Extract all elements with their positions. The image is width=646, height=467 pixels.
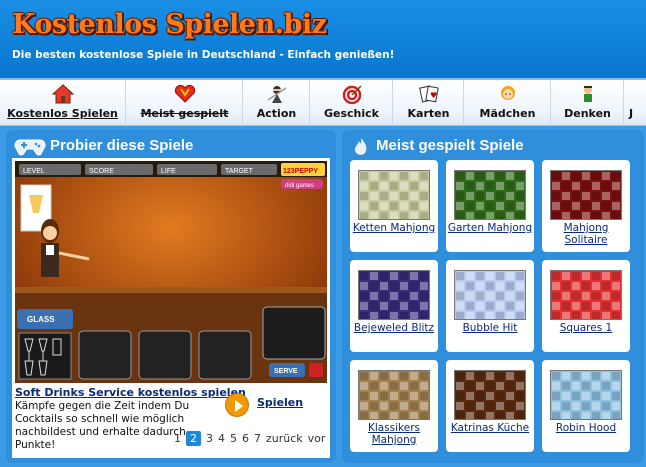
hud-site-label: didi games: [285, 183, 314, 189]
page-link[interactable]: 1: [174, 432, 181, 445]
thinker-icon: [583, 86, 592, 102]
nav-item-maedchen[interactable]: Mädchen: [465, 80, 551, 126]
play-link[interactable]: Spielen: [257, 396, 303, 409]
game-thumbnail[interactable]: [550, 270, 622, 320]
site-logo[interactable]: Kostenlos Spielen.biz: [12, 9, 327, 40]
game-tile-link[interactable]: Garten Mahjong: [446, 222, 534, 234]
hud-serve-label: SERVE: [274, 368, 298, 375]
game-thumbnail[interactable]: [454, 370, 526, 420]
nav-label: Action: [256, 107, 297, 120]
hud-score-label: SCORE: [89, 168, 114, 175]
page-link[interactable]: 7: [254, 432, 261, 445]
nav-item-kostenlos-spielen[interactable]: Kostenlos Spielen: [0, 80, 126, 126]
game-title-link[interactable]: Soft Drinks Service kostenlos spielen: [15, 386, 246, 399]
game-tile-link[interactable]: Bubble Hit: [446, 322, 534, 334]
game-tile[interactable]: Robin Hood: [542, 360, 630, 452]
nav-label: Kostenlos Spielen: [7, 107, 118, 120]
nav-item-action[interactable]: Action: [244, 80, 310, 126]
play-icon[interactable]: [225, 393, 249, 417]
page-link-current[interactable]: 2: [186, 431, 201, 446]
game-tile[interactable]: Bubble Hit: [446, 260, 534, 352]
game-tile-link[interactable]: Robin Hood: [542, 422, 630, 434]
gamepad-icon: [14, 139, 46, 156]
game-thumbnail[interactable]: [358, 170, 430, 220]
page-link[interactable]: 3: [206, 432, 213, 445]
site-header: Kostenlos Spielen.biz Die besten kostenl…: [0, 0, 646, 78]
nav-item-more[interactable]: J: [625, 80, 646, 126]
nav-item-meist-gespielt[interactable]: Meist gespielt: [127, 80, 243, 126]
featured-games-panel: Probier diese Spiele LEVEL SCORE LIFE TA…: [6, 130, 336, 463]
svg-text:♥: ♥: [430, 91, 437, 100]
hud-level-label: LEVEL: [23, 168, 45, 175]
pager-forward-link[interactable]: vor: [308, 432, 326, 445]
page-link[interactable]: 6: [242, 432, 249, 445]
game-tile-link[interactable]: Bejeweled Blitz: [350, 322, 438, 334]
most-played-panel: Meist gespielt Spiele Ketten Mahjong Gart…: [342, 130, 644, 463]
nav-label: Denken: [564, 107, 611, 120]
nav-item-denken[interactable]: Denken: [552, 80, 624, 126]
hud-life-label: LIFE: [161, 168, 176, 175]
game-tile[interactable]: Klassikers Mahjong: [350, 360, 438, 452]
game-tile-link[interactable]: Squares 1: [542, 322, 630, 334]
game-thumbnail[interactable]: [358, 370, 430, 420]
nav-label: Karten: [407, 107, 450, 120]
nav-label: J: [629, 107, 634, 120]
pagination: 1 2 3 4 5 6 7 zurück vor: [174, 431, 330, 446]
game-preview[interactable]: LEVEL SCORE LIFE TARGET 123PEPPY didi ga…: [15, 161, 327, 383]
ninja-icon: [267, 86, 286, 103]
hud-brand-label: 123PEPPY: [283, 168, 318, 175]
game-tile-link[interactable]: Ketten Mahjong: [350, 222, 438, 234]
nav-label: Mädchen: [479, 107, 536, 120]
game-thumbnail[interactable]: [454, 270, 526, 320]
flame-icon: [354, 138, 367, 155]
site-tagline: Die besten kostenlose Spiele in Deutschl…: [12, 49, 395, 61]
game-tile[interactable]: Katrinas Küche: [446, 360, 534, 452]
nav-item-karten[interactable]: ♥ Karten: [394, 80, 464, 126]
game-tile[interactable]: Squares 1: [542, 260, 630, 352]
game-tile[interactable]: Mahjong Solitaire: [542, 160, 630, 252]
hud-glass-label: GLASS: [27, 315, 55, 324]
nav-item-geschick[interactable]: Geschick: [311, 80, 393, 126]
pager-back-link[interactable]: zurück: [266, 432, 303, 445]
panel-title-text: Probier diese Spiele: [50, 137, 194, 154]
game-thumbnail[interactable]: [358, 270, 430, 320]
cards-icon: ♥: [418, 85, 439, 103]
target-icon: [342, 85, 362, 104]
house-icon: [51, 84, 74, 104]
game-screenshot: LEVEL SCORE LIFE TARGET 123PEPPY didi ga…: [15, 161, 327, 383]
game-thumbnail[interactable]: [550, 370, 622, 420]
heart-icon: [174, 84, 195, 103]
page-link[interactable]: 4: [218, 432, 225, 445]
game-tile[interactable]: Garten Mahjong: [446, 160, 534, 252]
featured-game-box: LEVEL SCORE LIFE TARGET 123PEPPY didi ga…: [12, 158, 330, 458]
game-tile-link[interactable]: Katrinas Küche: [446, 422, 534, 434]
panel-title-text: Meist gespielt Spiele: [376, 137, 524, 154]
game-tile[interactable]: Ketten Mahjong: [350, 160, 438, 252]
page-link[interactable]: 5: [230, 432, 237, 445]
game-thumbnail[interactable]: [454, 170, 526, 220]
hud-target-label: TARGET: [225, 168, 254, 175]
game-tile-link[interactable]: Mahjong Solitaire: [542, 222, 630, 246]
nav-label: Geschick: [324, 107, 379, 120]
main-nav: Kostenlos Spielen Meist gespielt Action …: [0, 78, 646, 126]
game-tile-link[interactable]: Klassikers Mahjong: [350, 422, 438, 446]
girl-icon: [500, 86, 515, 100]
game-tile[interactable]: Bejeweled Blitz: [350, 260, 438, 352]
nav-label: Meist gespielt: [140, 107, 229, 120]
game-thumbnail[interactable]: [550, 170, 622, 220]
